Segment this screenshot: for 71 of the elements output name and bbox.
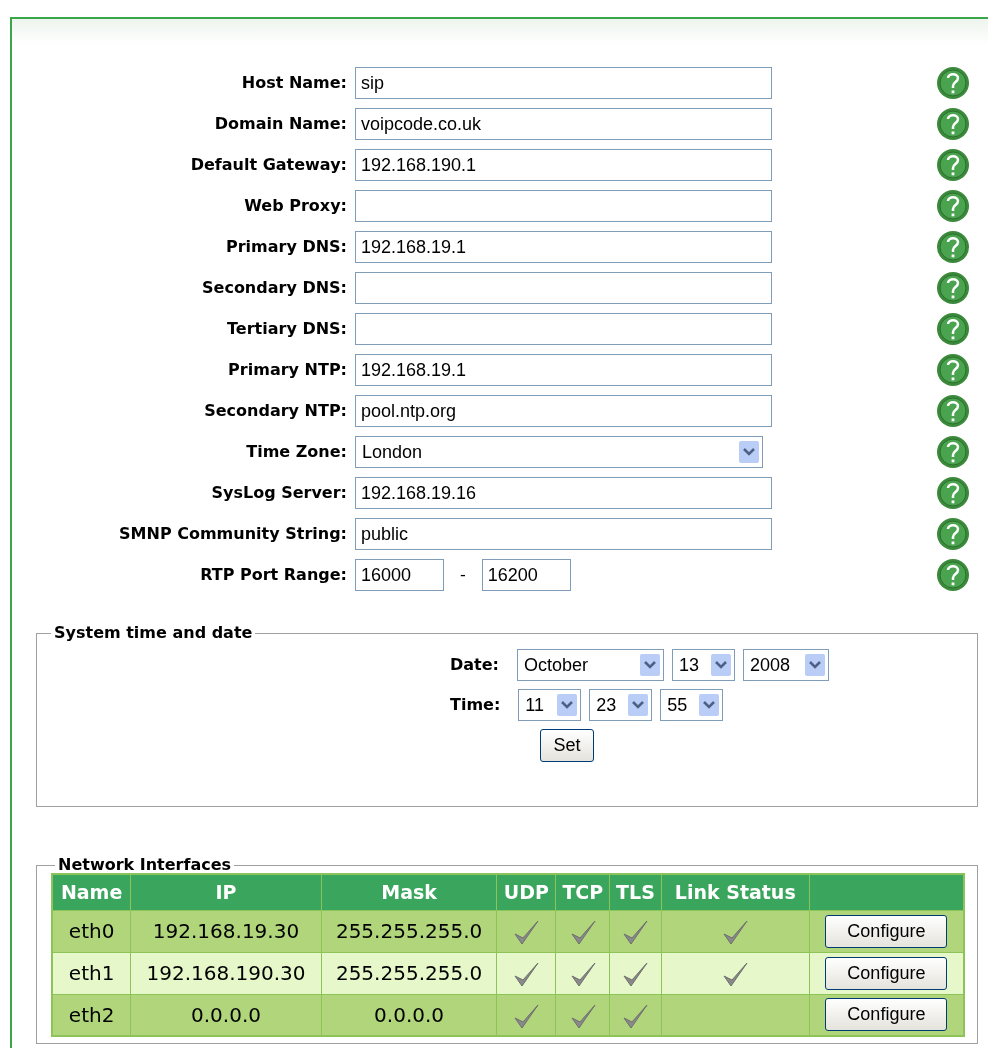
text-field[interactable]: sip [355, 67, 772, 99]
column-header: TCP [555, 874, 610, 910]
text-field[interactable] [355, 313, 772, 345]
help-icon[interactable] [936, 312, 970, 346]
text-field[interactable]: 192.168.19.16 [355, 477, 772, 509]
table-cell: 192.168.19.30 [130, 910, 322, 952]
port-field[interactable]: 16200 [481, 559, 571, 591]
help-icon[interactable] [936, 558, 970, 592]
field-label: Time: [450, 694, 502, 716]
table-cell: eth2 [52, 994, 131, 1036]
text-field[interactable]: 192.168.190.1 [355, 149, 772, 181]
second-dropdown[interactable]: 55 [660, 689, 724, 721]
range-separator: - [460, 564, 466, 586]
help-icon[interactable] [936, 189, 970, 223]
text-field[interactable] [355, 272, 772, 304]
help-icon[interactable] [936, 394, 970, 428]
time-zone-dropdown[interactable]: London [355, 436, 763, 468]
minute-dropdown[interactable]: 23 [589, 689, 653, 721]
field-label: RTP Port Range: [199, 564, 348, 586]
field-label: Secondary NTP: [203, 400, 348, 422]
configure-button[interactable]: Configure [825, 956, 948, 990]
year-dropdown[interactable]: 2008 [743, 649, 829, 681]
field-label: SysLog Server: [210, 482, 348, 504]
field-label: Domain Name: [213, 113, 348, 135]
fieldset-legend: Network Interfaces [55, 857, 235, 873]
table-cell: 0.0.0.0 [130, 994, 322, 1036]
text-field[interactable] [355, 190, 772, 222]
text-field[interactable]: pool.ntp.org [355, 395, 772, 427]
column-header: Mask [321, 874, 497, 910]
table-cell: 0.0.0.0 [321, 994, 497, 1036]
table-cell: 255.255.255.0 [321, 910, 497, 952]
field-label: SMNP Community String: [118, 523, 348, 545]
column-header: Link Status [661, 874, 810, 910]
day-dropdown[interactable]: 13 [672, 649, 735, 681]
configure-button[interactable]: Configure [825, 914, 948, 948]
help-icon[interactable] [936, 353, 970, 387]
table-cell: 255.255.255.0 [321, 952, 497, 994]
table-cell: 192.168.190.30 [130, 952, 322, 994]
port-field[interactable]: 16000 [355, 559, 444, 591]
help-icon[interactable] [936, 435, 970, 469]
table-cell: eth0 [52, 910, 131, 952]
field-label: Web Proxy: [243, 195, 348, 217]
help-icon[interactable] [936, 230, 970, 264]
column-header: UDP [496, 874, 556, 910]
text-field[interactable]: voipcode.co.uk [355, 108, 772, 140]
column-header: Name [52, 874, 131, 910]
help-icon[interactable] [936, 66, 970, 100]
text-field[interactable]: public [355, 518, 772, 550]
help-icon[interactable] [936, 107, 970, 141]
text-field[interactable]: 192.168.19.1 [355, 231, 772, 263]
set-button[interactable]: Set [540, 729, 594, 762]
help-icon[interactable] [936, 271, 970, 305]
configure-button[interactable]: Configure [825, 998, 948, 1032]
field-label: Date: [450, 654, 500, 676]
text-field[interactable]: 192.168.19.1 [355, 354, 772, 386]
field-label: Primary DNS: [224, 236, 348, 258]
month-dropdown[interactable]: October [517, 649, 664, 681]
help-icon[interactable] [936, 148, 970, 182]
field-label: Default Gateway: [189, 154, 348, 176]
field-label: Secondary DNS: [201, 277, 348, 299]
field-label: Primary NTP: [227, 359, 348, 381]
help-icon[interactable] [936, 476, 970, 510]
column-header: IP [130, 874, 322, 910]
field-label: Time Zone: [245, 441, 348, 463]
field-label: Host Name: [240, 72, 348, 94]
column-header: TLS [609, 874, 662, 910]
help-icon[interactable] [936, 517, 970, 551]
hour-dropdown[interactable]: 11 [518, 689, 582, 721]
field-label: Tertiary DNS: [226, 318, 348, 340]
table-cell: eth1 [52, 952, 131, 994]
fieldset-legend: System time and date [51, 625, 256, 641]
